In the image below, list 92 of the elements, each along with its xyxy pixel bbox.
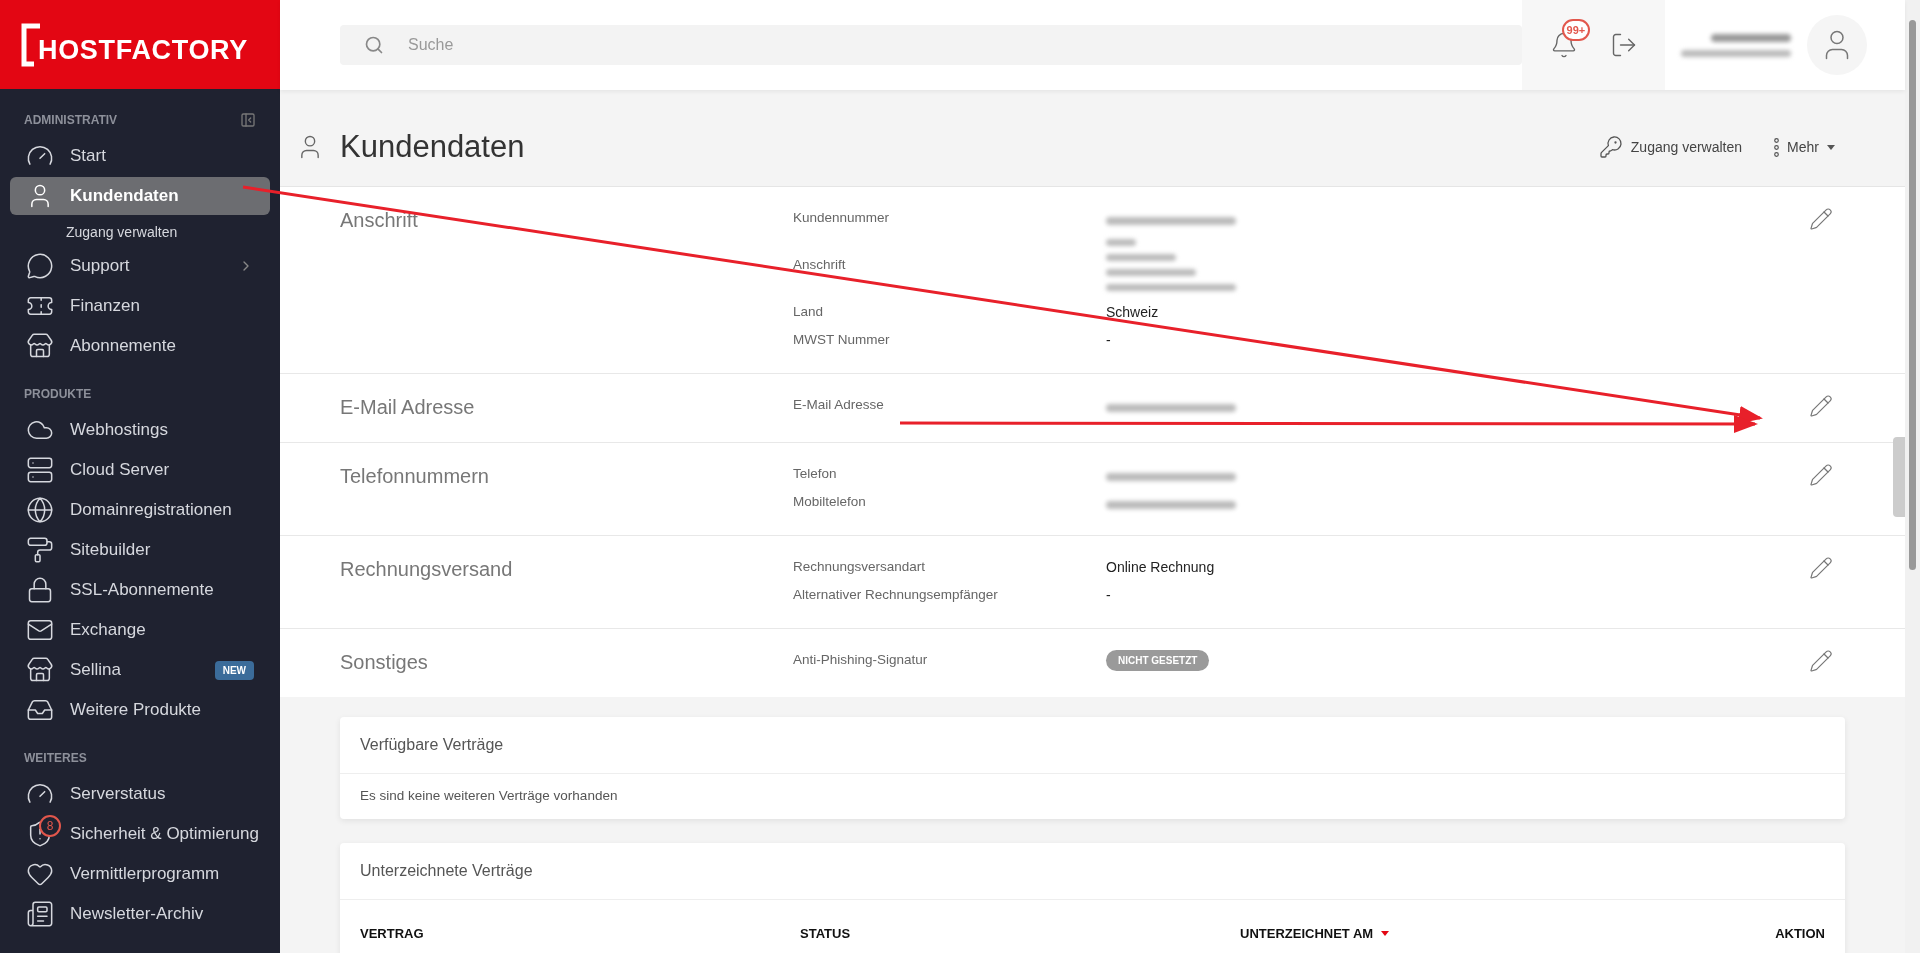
newspaper-icon (26, 900, 54, 928)
edit-icon[interactable] (1809, 207, 1833, 231)
section-title: Telefonnummern (340, 464, 490, 489)
sidebar-item[interactable]: Weitere Produkte (10, 691, 270, 729)
search-icon (364, 35, 384, 55)
scrollbar-thumb[interactable] (1909, 20, 1916, 570)
field-value: Schweiz (1106, 302, 1159, 322)
sidebar-item-label: Exchange (70, 619, 146, 642)
field-value: - (1106, 330, 1111, 350)
card-title: Verfügbare Verträge (340, 717, 1845, 774)
store-icon (26, 332, 54, 360)
collapse-sidebar-icon[interactable] (240, 112, 256, 128)
edit-icon[interactable] (1809, 463, 1833, 487)
sidebar-item-label: Support (70, 255, 130, 278)
sidebar-heading: ADMINISTRATIV (24, 112, 118, 129)
field-label: Anti-Phishing-Signatur (793, 650, 929, 669)
page-title: Kundendaten (340, 127, 525, 166)
column-header[interactable]: UNTERZEICHNET AM (1240, 924, 1776, 944)
field-label: Rechnungsversandart (793, 557, 927, 576)
logo[interactable]: HOSTFACTORY (0, 0, 280, 89)
column-header[interactable]: VERTRAG (360, 924, 800, 944)
field-label: E-Mail Adresse (793, 395, 885, 414)
field-value: Online Rechnung (1106, 557, 1215, 577)
sidebar-heading: WEITERES (24, 750, 87, 767)
sidebar-item[interactable]: Webhostings (10, 411, 270, 449)
search-field[interactable]: Suche (340, 25, 1523, 65)
sidebar-item[interactable]: Exchange (10, 611, 270, 649)
field-label: Telefon (793, 464, 838, 483)
logo-text: HOSTFACTORY (38, 34, 248, 68)
server-icon (26, 456, 54, 484)
header-action-button[interactable]: Zugang verwalten (1598, 135, 1743, 159)
sidebar-item[interactable]: SSL-Abonnemente (10, 571, 270, 609)
field-label: Alternativer Rechnungsempfänger (793, 585, 999, 604)
sidebar-item-label: Kundendaten (70, 185, 179, 208)
new-badge: NEW (214, 660, 254, 680)
edit-icon[interactable] (1809, 394, 1833, 418)
sidebar-item[interactable]: Sitebuilder (10, 531, 270, 569)
section-title: E-Mail Adresse (340, 395, 476, 420)
sidebar-item-label: Newsletter-Archiv (70, 903, 204, 926)
section-title: Rechnungsversand (340, 557, 514, 582)
header-action-button[interactable]: Mehr (1774, 136, 1835, 158)
sidebar-item-label: SSL-Abonnemente (70, 579, 214, 602)
edit-icon[interactable] (1809, 649, 1833, 673)
sidebar-item-label: Finanzen (70, 295, 140, 318)
chat-bubble-icon (26, 252, 54, 280)
lock-icon (26, 576, 54, 604)
more-icon (1774, 137, 1780, 157)
count-badge: 8 (39, 815, 61, 837)
sidebar-item[interactable]: Finanzen (10, 287, 270, 325)
sidebar-item-label: Sellina (70, 659, 122, 682)
sidebar-item-label: Sitebuilder (70, 539, 151, 562)
sidebar-item[interactable]: Serverstatus (10, 775, 270, 813)
notification-count: 99+ (1561, 19, 1591, 41)
sidebar-item-label: Weitere Produkte (70, 699, 202, 722)
section-title: Anschrift (340, 208, 419, 233)
sidebar-item[interactable]: Sellina NEW (10, 651, 270, 689)
sidebar-heading: PRODUKTE (24, 386, 92, 403)
sidebar-item-label: Domainregistrationen (70, 499, 232, 522)
sidebar-item-label: Cloud Server (70, 459, 170, 482)
column-header[interactable]: STATUS (800, 924, 1240, 944)
field-label: MWST Nummer (793, 330, 891, 349)
store-icon (26, 656, 54, 684)
sidebar-item[interactable]: Start (10, 137, 270, 175)
key-icon (1598, 135, 1623, 159)
sidebar-item-label: Webhostings (70, 419, 168, 442)
sidebar-item[interactable]: Kundendaten (10, 177, 270, 215)
paint-roller-icon (26, 536, 54, 564)
card-title: Unterzeichnete Verträge (340, 843, 1845, 900)
sidebar-item[interactable]: 8 Sicherheit & Optimierung (10, 815, 270, 853)
sidebar-item-label: Abonnemente (70, 335, 176, 358)
card-text: Es sind keine weiteren Verträge vorhanden (359, 787, 619, 806)
edit-icon[interactable] (1809, 556, 1833, 580)
field-label: Mobiltelefon (793, 492, 867, 511)
sidebar-item[interactable]: Domainregistrationen (10, 491, 270, 529)
field-label: Kundennummer (793, 208, 891, 227)
field-value: - (1106, 585, 1111, 605)
sidebar-item-label: Start (70, 145, 106, 168)
sidebar-item[interactable]: Cloud Server (10, 451, 270, 489)
sidebar-item[interactable]: Vermittlerprogramm (10, 855, 270, 893)
column-header[interactable]: AKTION (1775, 924, 1825, 944)
sidebar-item-label: Serverstatus (70, 783, 166, 806)
sidebar-item-label: Vermittlerprogramm (70, 863, 220, 886)
section-title: Sonstiges (340, 650, 429, 675)
field-label: Anschrift (793, 255, 847, 274)
sidebar-item-label: Sicherheit & Optimierung (70, 823, 259, 846)
globe-icon (26, 496, 54, 524)
sidebar-item[interactable]: Abonnemente (10, 327, 270, 365)
sidebar-item[interactable]: Newsletter-Archiv (10, 895, 270, 933)
field-label: Land (793, 302, 825, 321)
status-tag: NICHT GESETZT (1106, 649, 1210, 671)
sidebar-subitem[interactable]: Zugang verwalten (0, 217, 280, 247)
sidebar-item[interactable]: Support (10, 247, 270, 285)
